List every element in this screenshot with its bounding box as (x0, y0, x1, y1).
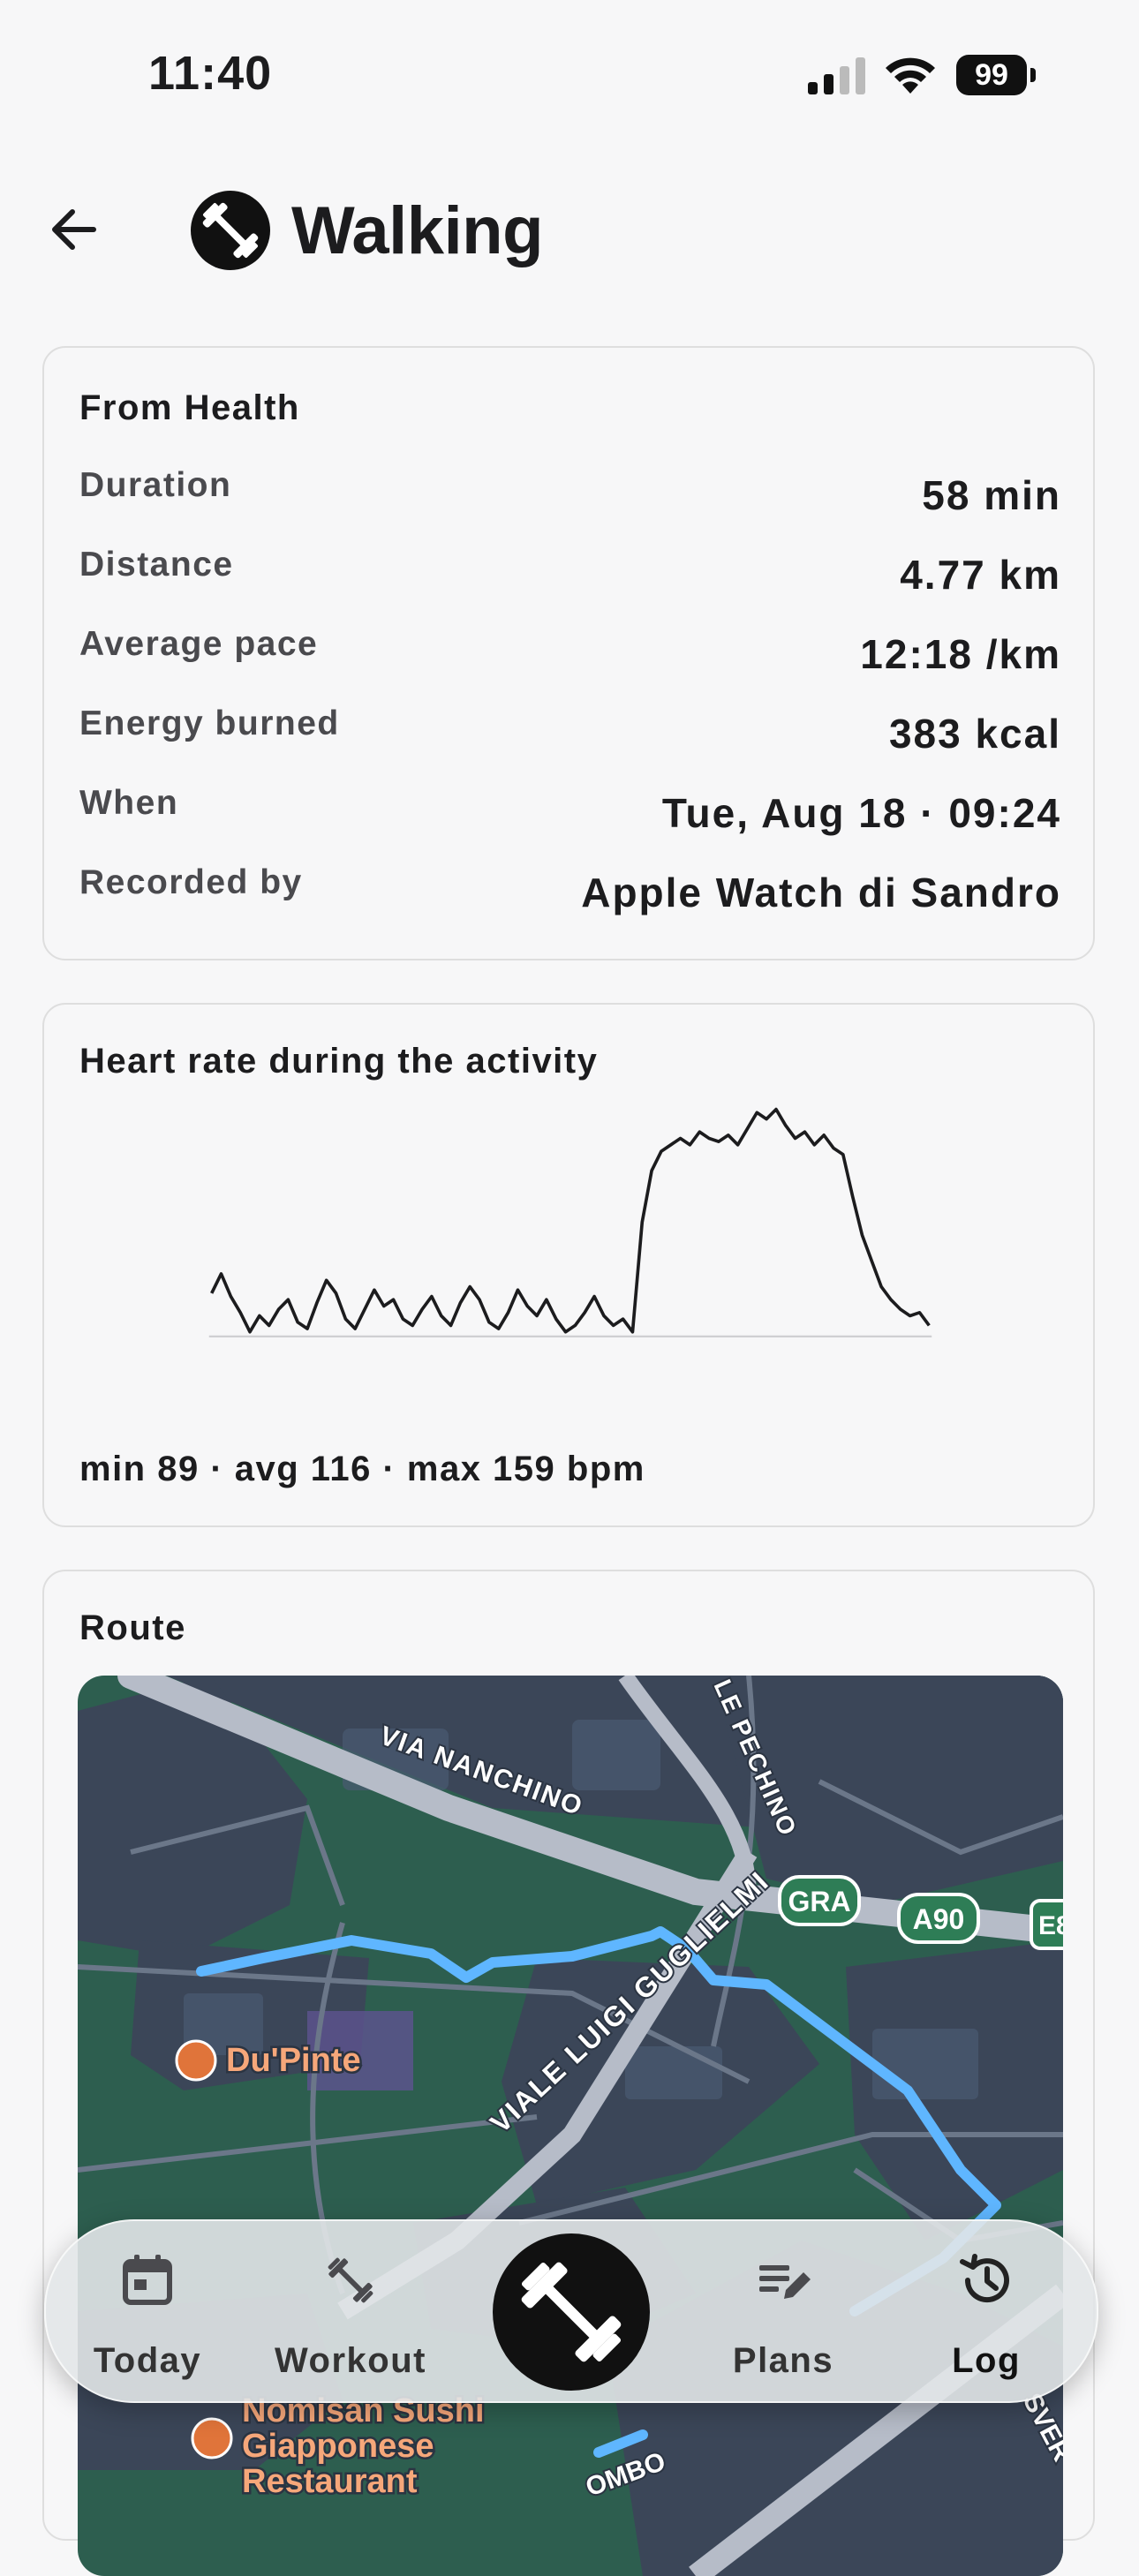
route-map[interactable]: VIA NANCHINO LE PECHINO VIALE LUIGI GUGL… (78, 1676, 1063, 2576)
tab-label: Today (93, 2341, 202, 2380)
stat-row-recorded-by: Recorded by Apple Watch di Sandro (79, 863, 1061, 934)
stat-label: Recorded by (79, 863, 303, 901)
stat-value: 12:18 /km (860, 631, 1061, 677)
stat-value: Apple Watch di Sandro (581, 870, 1061, 915)
heart-rate-title: Heart rate during the activity (79, 1042, 599, 1081)
battery-icon: 99 (956, 55, 1037, 97)
tab-plans[interactable]: Plans (682, 2221, 885, 2401)
stat-row-when: When Tue, Aug 18 · 09:24 (79, 784, 1061, 855)
heart-rate-line (210, 1107, 931, 1334)
stat-label: Distance (79, 546, 234, 584)
status-time: 11:40 (148, 47, 273, 100)
tab-workout[interactable]: Workout (249, 2221, 452, 2401)
tab-today[interactable]: Today (46, 2221, 249, 2401)
health-card-title: From Health (79, 388, 300, 427)
stat-value: 4.77 km (900, 552, 1061, 598)
calendar-icon (123, 2255, 172, 2305)
wifi-icon (886, 57, 935, 94)
tab-label: Plans (732, 2341, 834, 2380)
poi-nomisan-line3[interactable]: Restaurant (240, 2461, 420, 2503)
health-summary-card: From Health Duration 58 min Distance 4.7… (42, 346, 1095, 960)
poi-nomisan-line2[interactable]: Giapponese (240, 2426, 437, 2467)
gra-shield-label: GRA (788, 1886, 850, 1917)
stat-value: Tue, Aug 18 · 09:24 (661, 790, 1061, 836)
du-pinte-pin-icon[interactable] (175, 2039, 217, 2082)
heart-rate-card: Heart rate during the activity min 89 · … (42, 1003, 1095, 1527)
dumbbell-icon (328, 2257, 373, 2303)
start-workout-button[interactable] (493, 2233, 650, 2391)
status-bar: 11:40 99 (0, 0, 1139, 150)
stat-label: When (79, 784, 179, 822)
tab-log[interactable]: Log (885, 2221, 1088, 2401)
heart-rate-summary: min 89 · avg 116 · max 159 bpm (79, 1450, 645, 1488)
tab-label: Workout (275, 2341, 426, 2380)
sushi-pin-icon[interactable] (191, 2417, 233, 2459)
stat-label: Average pace (79, 625, 319, 663)
start-workout-dumbbell-icon (521, 2262, 622, 2362)
a90-shield-label: A90 (913, 1903, 965, 1935)
cellular-signal-icon (808, 57, 865, 94)
stat-value: 383 kcal (888, 711, 1061, 757)
stat-row-distance: Distance 4.77 km (79, 546, 1061, 616)
route-title: Route (79, 1608, 186, 1647)
back-arrow-icon[interactable] (42, 196, 109, 263)
stat-row-duration: Duration 58 min (79, 466, 1061, 537)
e-road-shield-label: E8 (1038, 1911, 1063, 1940)
map-canvas: VIA NANCHINO LE PECHINO VIALE LUIGI GUGL… (78, 1676, 1063, 2576)
edit-list-icon (759, 2265, 811, 2299)
stat-value: 58 min (922, 472, 1061, 518)
workout-dumbbell-icon (191, 191, 270, 270)
history-icon (960, 2254, 1009, 2303)
tab-bar: Today Workout Plans Log (44, 2219, 1098, 2403)
stat-label: Duration (79, 466, 232, 504)
tab-label: Log (952, 2341, 1021, 2380)
page-title: Walking (291, 193, 544, 268)
battery-level: 99 (956, 55, 1027, 95)
poi-du-pinte[interactable]: Du'Pinte (224, 2040, 364, 2082)
heart-rate-chart (208, 1107, 932, 1337)
stat-row-energy: Energy burned 383 kcal (79, 704, 1061, 775)
stat-label: Energy burned (79, 704, 340, 742)
stat-row-pace: Average pace 12:18 /km (79, 625, 1061, 696)
